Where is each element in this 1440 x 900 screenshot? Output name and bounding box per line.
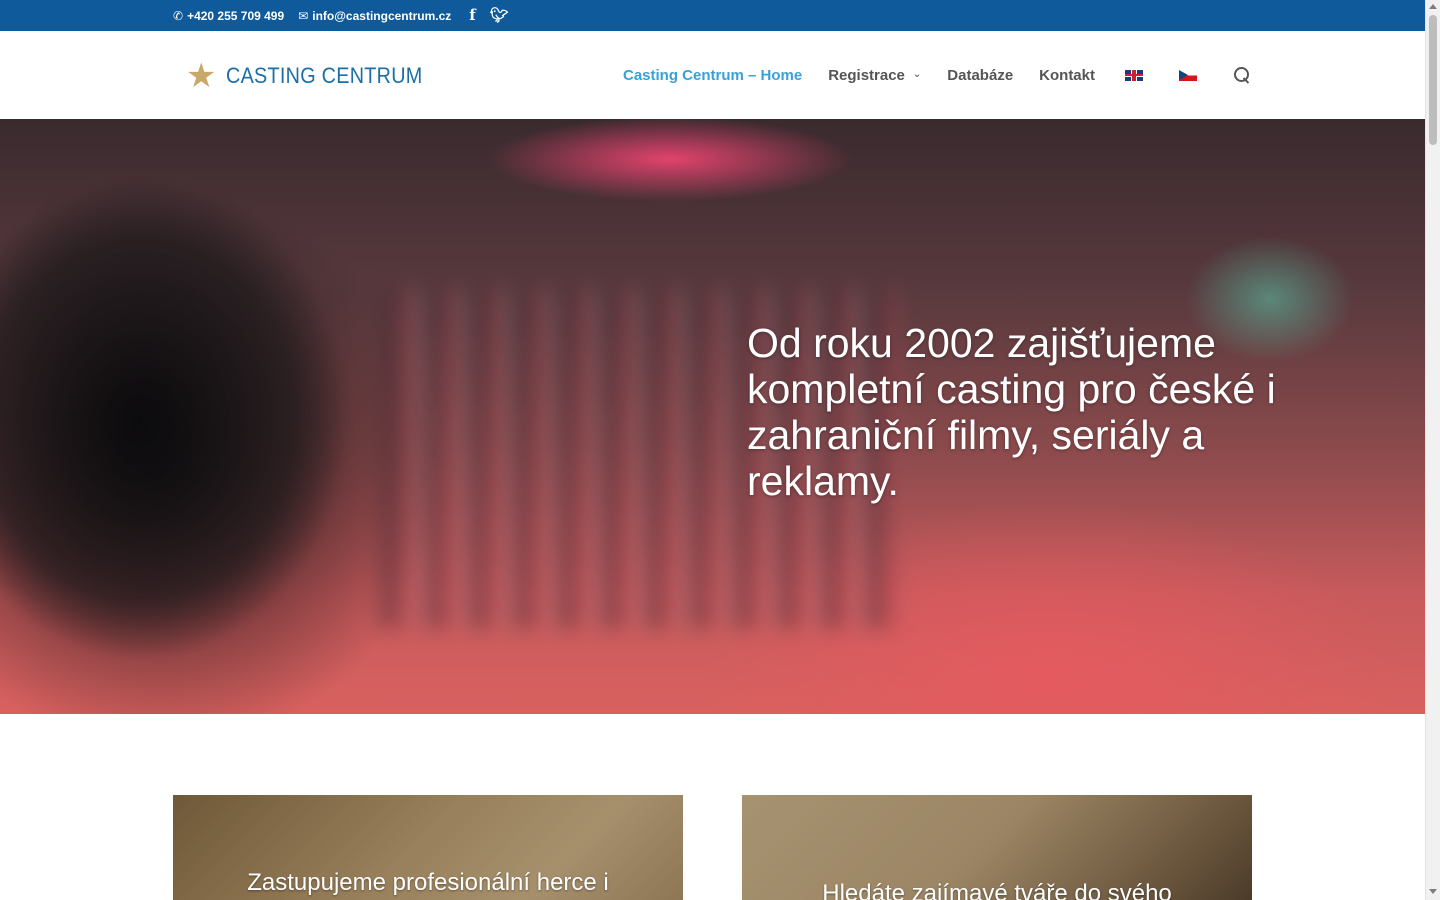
page: ✆ +420 255 709 499 ✉ info@castingcentrum… — [0, 0, 1425, 900]
hero-banner: Od roku 2002 zajišťujeme kompletní casti… — [0, 119, 1425, 714]
twitter-icon[interactable]: 🐦︎ — [490, 8, 509, 23]
nav-home-label: Casting Centrum – Home — [622, 66, 803, 84]
card-faces[interactable]: Hledáte zajímavé tváře do svého — [742, 795, 1252, 900]
nav-registrace-label: Registrace — [828, 66, 905, 84]
nav-databaze[interactable]: Databáze — [947, 67, 1013, 84]
nav-databaze-label: Databáze — [947, 66, 1014, 84]
nav-kontakt-label: Kontakt — [1039, 66, 1095, 84]
main-header: ★ CASTING CENTRUM Casting Centrum – Home… — [0, 31, 1425, 119]
language-czech[interactable] — [1179, 69, 1197, 81]
main-nav: Casting Centrum – Home Registrace ⌄ Data… — [623, 31, 1251, 119]
envelope-icon: ✉ — [298, 8, 309, 23]
card-actors[interactable]: Zastupujeme profesionální herce i — [173, 795, 683, 900]
email-link[interactable]: ✉ info@castingcentrum.cz — [298, 9, 451, 23]
uk-flag-icon — [1125, 69, 1143, 81]
hero-headline: Od roku 2002 zajišťujeme kompletní casti… — [747, 320, 1276, 504]
star-icon: ★ — [186, 57, 217, 95]
phone-number: +420 255 709 499 — [187, 8, 285, 23]
hero-camera-silhouette — [0, 139, 460, 714]
logo-text: CASTING CENTRUM — [226, 63, 424, 88]
scroll-up-arrow-icon[interactable] — [1429, 4, 1437, 9]
card-title: Zastupujeme profesionální herce i — [247, 869, 609, 896]
scrollbar-thumb[interactable] — [1429, 15, 1437, 145]
phone-link[interactable]: ✆ +420 255 709 499 — [173, 9, 284, 23]
nav-home[interactable]: Casting Centrum – Home — [623, 67, 802, 84]
logo[interactable]: ★ CASTING CENTRUM — [186, 59, 445, 93]
vertical-scrollbar[interactable] — [1425, 0, 1440, 900]
phone-icon: ✆ — [173, 8, 184, 23]
card-title: Hledáte zajímavé tváře do svého — [822, 880, 1172, 900]
chevron-down-icon: ⌄ — [912, 68, 922, 80]
email-address: info@castingcentrum.cz — [312, 8, 452, 23]
language-english[interactable] — [1125, 69, 1143, 81]
nav-registrace[interactable]: Registrace ⌄ — [828, 67, 921, 84]
top-bar: ✆ +420 255 709 499 ✉ info@castingcentrum… — [0, 0, 1425, 31]
scroll-down-arrow-icon[interactable] — [1429, 889, 1437, 894]
nav-kontakt[interactable]: Kontakt — [1039, 67, 1095, 84]
facebook-icon[interactable]: f — [469, 8, 475, 23]
cz-flag-icon — [1179, 69, 1197, 81]
search-button[interactable] — [1233, 66, 1251, 84]
search-icon — [1233, 66, 1251, 84]
